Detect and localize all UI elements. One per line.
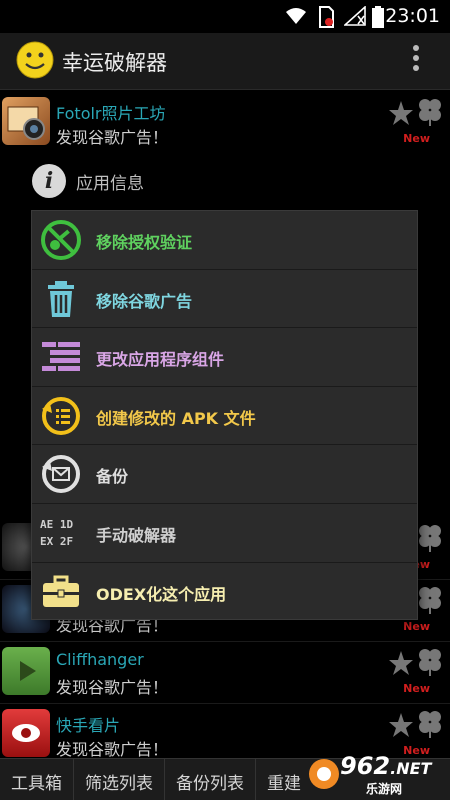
clock: 23:01 — [385, 5, 440, 27]
menu-item-remove-license[interactable]: 移除授权验证 — [32, 211, 417, 270]
app-info-row[interactable]: i 应用信息 — [0, 154, 450, 208]
clover-icon — [419, 99, 441, 126]
app-status: 发现谷歌广告！ — [56, 678, 169, 697]
app-title: 幸运破解器 — [62, 51, 167, 75]
hex-text-line: EX 2F — [40, 534, 74, 548]
new-badge: New — [403, 620, 430, 633]
new-badge: New — [403, 682, 430, 695]
menu-item-label: 移除谷歌广告 — [96, 291, 193, 311]
app-status: 发现谷歌广告！ — [56, 740, 169, 759]
star-icon[interactable] — [388, 712, 414, 738]
toolbox-icon — [43, 575, 79, 607]
backup-icon — [42, 455, 80, 494]
app-icon-fotolr — [2, 97, 50, 145]
tab-backup-list[interactable]: 备份列表 — [165, 759, 256, 800]
menu-item-label: 备份 — [96, 467, 129, 487]
menu-item-manual-patcher[interactable]: AE 1D EX 2F 手动破解器 — [32, 504, 417, 563]
tab-rebuild[interactable]: 重建 — [256, 759, 312, 800]
tab-filter-list[interactable]: 筛选列表 — [74, 759, 165, 800]
clover-icon — [419, 587, 441, 614]
smiley-logo-icon — [16, 41, 54, 79]
watermark-brand: 962.NET — [340, 752, 432, 780]
menu-item-remove-ads[interactable]: 移除谷歌广告 — [32, 270, 417, 329]
app-status: 发现谷歌广告！ — [56, 128, 169, 147]
info-icon: i — [32, 164, 66, 198]
tab-toolbox[interactable]: 工具箱 — [0, 759, 74, 800]
list-item[interactable]: Fotolr照片工坊 发现谷歌广告！ New — [0, 92, 450, 154]
status-bar: 23:01 — [0, 0, 450, 33]
menu-item-create-apk[interactable]: 创建修改的 APK 文件 — [32, 387, 417, 446]
menu-item-backup[interactable]: 备份 — [32, 445, 417, 504]
list-item[interactable]: Cliffhanger 发现谷歌广告！ New — [0, 642, 450, 704]
clover-icon — [419, 711, 441, 738]
sim-card-icon — [319, 6, 334, 28]
manual-patcher-icon: AE 1D EX 2F — [40, 512, 82, 554]
trash-icon — [48, 280, 74, 317]
site-watermark: 962.NET 乐游网 — [306, 752, 446, 798]
menu-item-label: 移除授权验证 — [96, 233, 193, 252]
menu-item-odex[interactable]: ODEX化这个应用 — [32, 563, 417, 622]
star-icon[interactable] — [388, 100, 414, 126]
menu-item-change-components[interactable]: 更改应用程序组件 — [32, 328, 417, 387]
menu-item-label: ODEX化这个应用 — [96, 584, 227, 604]
overflow-menu-icon[interactable] — [412, 45, 420, 75]
battery-icon — [372, 6, 384, 28]
app-icon-cliffhanger — [2, 647, 50, 695]
app-name: Fotolr照片工坊 — [56, 104, 166, 123]
wifi-icon — [286, 8, 306, 24]
app-info-label: 应用信息 — [76, 174, 144, 194]
context-menu: 移除授权验证 移除谷歌广告 更改应用程序组件 创建修改的 APK 文件 备份 A… — [31, 210, 418, 620]
clover-icon — [419, 649, 441, 676]
new-badge: New — [403, 132, 430, 145]
hex-text-line: AE 1D — [40, 517, 74, 531]
menu-item-label: 创建修改的 APK 文件 — [96, 408, 256, 428]
components-icon — [42, 342, 80, 372]
watermark-site: 乐游网 — [366, 782, 403, 796]
app-name: Cliffhanger — [56, 650, 144, 669]
app-name: 快手看片 — [56, 716, 121, 735]
menu-item-label: 更改应用程序组件 — [96, 350, 225, 370]
clover-icon — [419, 525, 441, 552]
apk-file-icon — [42, 396, 80, 435]
menu-item-label: 手动破解器 — [96, 525, 177, 545]
watermark-logo-icon — [309, 759, 339, 789]
app-icon-kuaishou — [2, 709, 50, 757]
signal-icon — [344, 6, 366, 26]
star-icon[interactable] — [388, 650, 414, 676]
action-bar: 幸运破解器 — [0, 33, 450, 90]
no-license-icon — [41, 220, 81, 260]
